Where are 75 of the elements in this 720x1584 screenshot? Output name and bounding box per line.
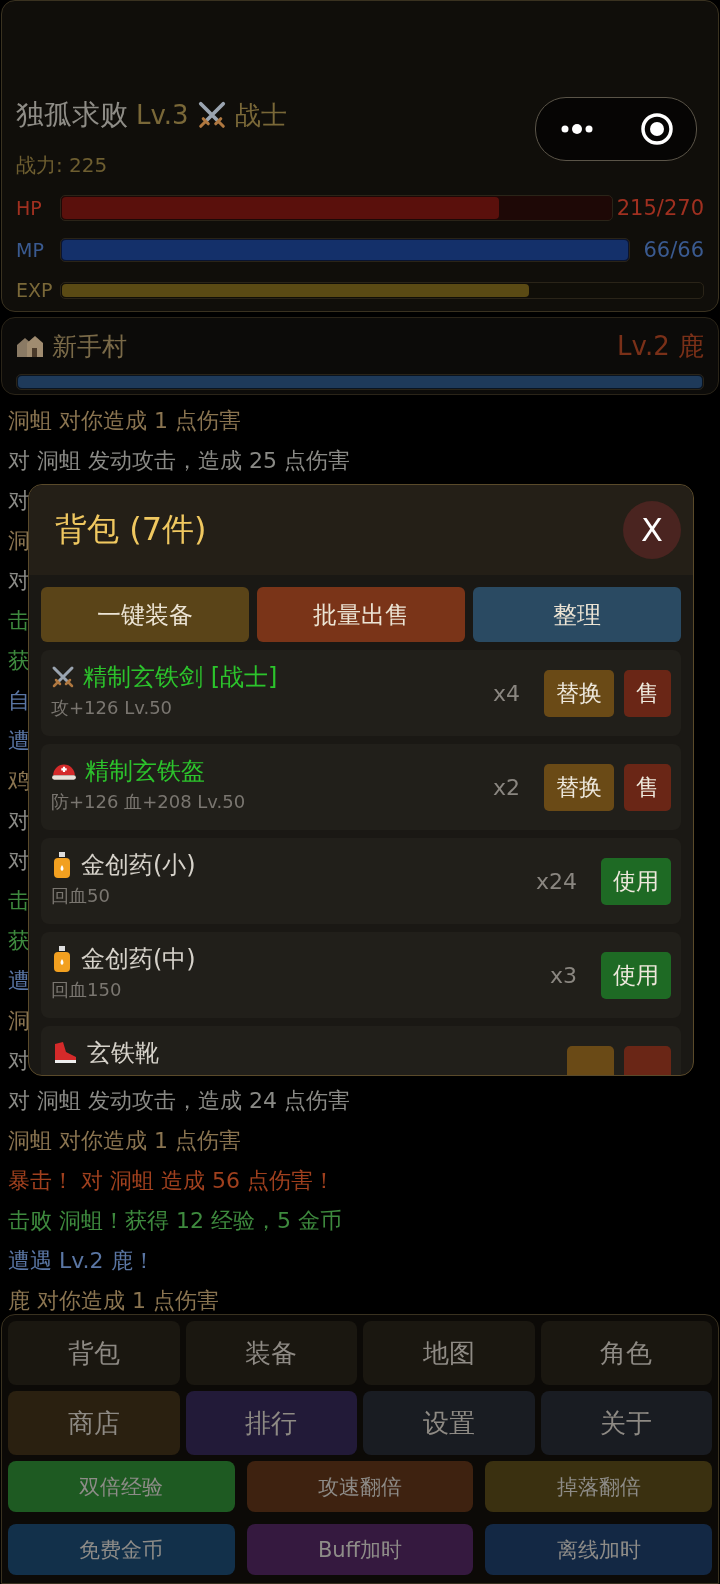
houses-icon: [16, 333, 44, 359]
item-count: x24: [536, 868, 577, 894]
action-button[interactable]: 整理: [473, 587, 681, 642]
player-class: 战士: [234, 98, 287, 132]
log-line: 洞: [8, 1007, 30, 1035]
menu-button[interactable]: 装备: [185, 1321, 357, 1385]
crossed-swords-icon: [51, 665, 75, 689]
log-line: 获: [8, 647, 30, 675]
stat-label: EXP: [16, 279, 54, 301]
location-name: 新手村: [52, 330, 127, 363]
item-stats: 防+126 血+208 Lv.50: [51, 790, 247, 814]
action-button[interactable]: 批量出售: [257, 587, 465, 642]
item-name: 精制玄铁盔: [85, 756, 205, 786]
log-line: 鹿 对你造成 1 点伤害: [8, 1287, 219, 1314]
crossed-swords-icon: [196, 100, 227, 130]
close-button[interactable]: X: [623, 501, 681, 559]
stat-label: MP: [16, 239, 45, 261]
item-name: 金创药(中): [81, 944, 196, 974]
log-line: 遭: [8, 727, 30, 755]
log-line: 洞蛆 对你造成 1 点伤害: [8, 407, 241, 435]
bottle-icon: [51, 945, 73, 973]
item-name: 玄铁靴: [87, 1038, 159, 1068]
item-stats: 攻+126 Lv.50: [51, 696, 174, 720]
menu-button[interactable]: 设置: [363, 1391, 535, 1455]
item-button[interactable]: 替换: [544, 669, 614, 717]
item-name: 精制玄铁剑 [战士]: [83, 662, 278, 692]
item-count: x2: [492, 774, 520, 800]
log-line: 洞: [8, 527, 30, 555]
menu-button[interactable]: 角色: [540, 1321, 712, 1385]
combat-power: 战力: 225: [16, 152, 109, 179]
stat-label: HP: [16, 197, 43, 219]
enemy-name: Lv.2 鹿: [617, 329, 704, 363]
log-line: 对: [8, 567, 30, 595]
action-button[interactable]: 一键装备: [41, 587, 249, 642]
player-name: 独孤求败: [16, 97, 128, 133]
item-button[interactable]: 售: [624, 763, 671, 811]
boost-button[interactable]: 离线加时: [485, 1524, 712, 1575]
item-stats: 回血150: [51, 978, 123, 1002]
log-line: 击: [8, 607, 30, 635]
log-line: 自: [8, 687, 30, 715]
item-button[interactable]: 使用: [601, 857, 671, 905]
log-line: 击败 洞蛆！获得 12 经验，5 金币: [8, 1207, 342, 1235]
stat-reading: 66/66: [642, 238, 704, 262]
boost-button[interactable]: Buff加时: [246, 1524, 474, 1575]
bottle-icon: [51, 851, 73, 879]
log-line: 获: [8, 927, 30, 955]
item-name: 金创药(小): [81, 850, 196, 880]
player-level: Lv.3: [136, 100, 189, 130]
menu-button[interactable]: 排行: [185, 1391, 357, 1455]
log-line: 遭遇 Lv.2 鹿！: [8, 1247, 155, 1275]
item-button[interactable]: 售: [624, 669, 671, 717]
log-line: 对: [8, 1047, 30, 1075]
menu-button[interactable]: 地图: [363, 1321, 535, 1385]
log-line: 暴击！ 对 洞蛆 造成 56 点伤害！: [8, 1167, 335, 1195]
item-stats: 回血50: [51, 884, 111, 908]
stat-reading: 215/270: [616, 196, 704, 220]
log-line: 对 洞蛆 发动攻击，造成 24 点伤害: [8, 1087, 350, 1115]
log-line: 击: [8, 887, 30, 915]
log-line: 遭: [8, 967, 30, 995]
log-line: 洞蛆 对你造成 1 点伤害: [8, 1127, 241, 1155]
boost-button[interactable]: 攻速翻倍: [246, 1461, 474, 1512]
item-button[interactable]: 使用: [601, 951, 671, 999]
log-line: 对 洞蛆 发动攻击，造成 25 点伤害: [8, 447, 350, 475]
boost-button[interactable]: 免费金币: [8, 1524, 235, 1575]
menu-button[interactable]: 背包: [8, 1321, 180, 1385]
boost-button[interactable]: 掉落翻倍: [485, 1461, 712, 1512]
item-count: x4: [492, 680, 520, 706]
close-target-icon[interactable]: [639, 112, 674, 146]
log-line: 对: [8, 807, 30, 835]
menu-button[interactable]: 商店: [8, 1391, 180, 1455]
dialog-title: 背包 (7件): [55, 509, 207, 550]
menu-button[interactable]: 关于: [540, 1391, 712, 1455]
log-line: 对: [8, 847, 30, 875]
item-count: x3: [549, 962, 577, 988]
item-button[interactable]: 替换: [544, 763, 614, 811]
